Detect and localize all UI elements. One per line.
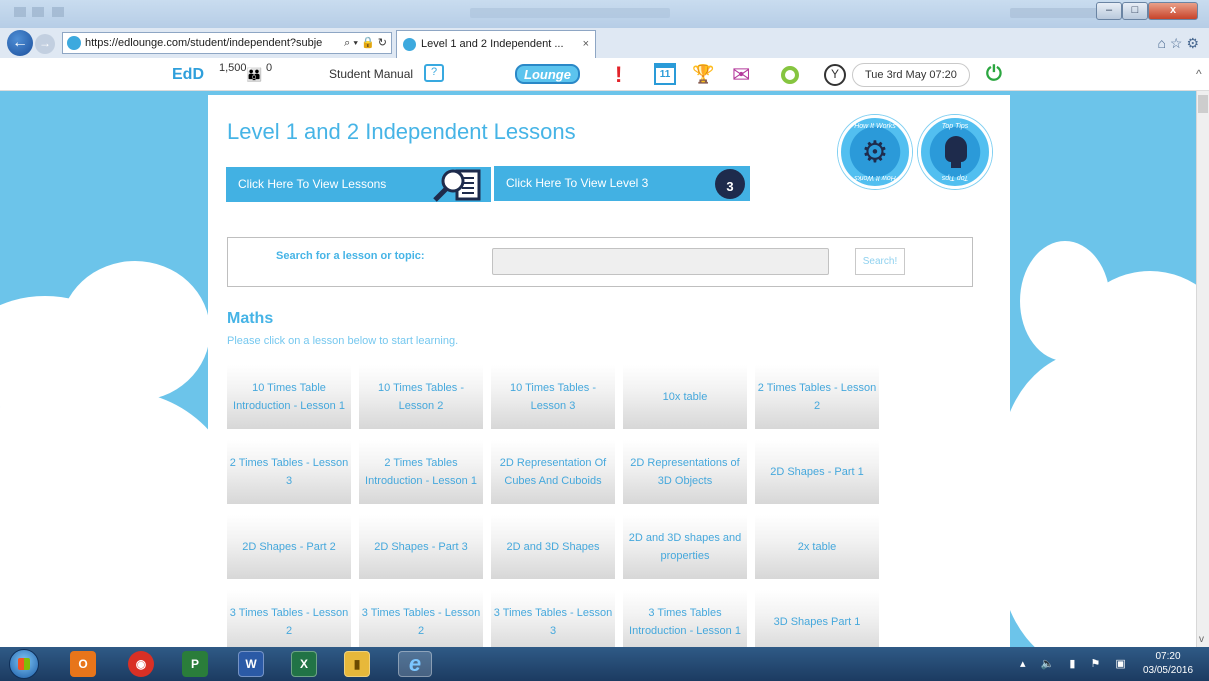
lesson-tile[interactable]: 2D Shapes - Part 2 — [227, 515, 351, 579]
lesson-tile[interactable]: 10x table — [623, 365, 747, 429]
lesson-tile[interactable]: 2D Representation Of Cubes And Cuboids — [491, 440, 615, 504]
system-clock[interactable]: 07:20 03/05/2016 — [1138, 650, 1198, 678]
site-favicon-icon — [67, 36, 81, 50]
clock-time: 07:20 — [1155, 651, 1181, 662]
level3-gear-icon: 3 — [715, 169, 745, 199]
clock-date: 03/05/2016 — [1142, 665, 1194, 676]
address-tools-icons[interactable]: ⌕ ▾ 🔒 ↻ — [340, 33, 387, 53]
mail-icon[interactable]: ✉ — [732, 58, 750, 91]
scroll-down-arrow-icon[interactable]: v — [1199, 634, 1204, 645]
cloud — [0, 391, 240, 647]
address-bar[interactable]: https://edlounge.com/student/independent… — [62, 32, 392, 54]
lesson-tile[interactable]: 2D and 3D Shapes — [491, 515, 615, 579]
back-button[interactable]: ← — [7, 30, 33, 56]
lesson-tile[interactable]: 2D Shapes - Part 1 — [755, 440, 879, 504]
browser-home-favorites-settings-icons[interactable]: ⌂☆⚙ — [1157, 35, 1203, 52]
how-it-works-label: How It Works — [854, 123, 896, 130]
search-button[interactable]: Search! — [855, 248, 905, 275]
lesson-tile[interactable]: 10 Times Tables - Lesson 3 — [491, 365, 615, 429]
browser-address-row: ← → https://edlounge.com/student/indepen… — [0, 28, 1209, 58]
view-level3-label: Click Here To View Level 3 — [506, 176, 649, 190]
clock-icon: Y — [824, 64, 846, 86]
people-icon[interactable]: 👪 — [246, 58, 262, 91]
power-icon[interactable]: ⏻ — [986, 58, 1002, 91]
tv-help-icon[interactable]: ? — [424, 64, 444, 82]
lesson-tile[interactable]: 2 Times Tables - Lesson 2 — [755, 365, 879, 429]
lesson-tile[interactable]: 2D and 3D shapes and properties — [623, 515, 747, 579]
start-button[interactable] — [9, 649, 39, 679]
taskbar-app-word[interactable]: W — [238, 651, 264, 677]
page-title: Level 1 and 2 Independent Lessons — [227, 119, 576, 144]
taskbar-app-internet-explorer[interactable]: e — [398, 651, 432, 677]
content-panel: Level 1 and 2 Independent Lessons Click … — [208, 95, 1010, 647]
tab-close-icon[interactable]: × — [583, 31, 589, 57]
lesson-tile[interactable]: 3 Times Tables - Lesson 2 — [359, 590, 483, 647]
tab-title: Level 1 and 2 Independent ... — [421, 38, 564, 50]
lesson-tile[interactable]: 10 Times Tables - Lesson 2 — [359, 365, 483, 429]
system-tray-icons[interactable]: ▴ 🔈 ▮ ⚑ ▣ — [1020, 657, 1132, 670]
window-title-blurred — [470, 8, 670, 18]
search-input[interactable] — [492, 248, 829, 275]
tab-favicon-icon — [403, 38, 416, 51]
lesson-tile[interactable]: 2 Times Tables Introduction - Lesson 1 — [359, 440, 483, 504]
lesson-tile[interactable]: 3 Times Tables - Lesson 2 — [227, 590, 351, 647]
lesson-tile[interactable]: 2D Representations of 3D Objects — [623, 440, 747, 504]
view-lessons-label: Click Here To View Lessons — [238, 177, 387, 191]
top-tips-label-mirror: Top Tips — [941, 174, 969, 181]
view-level3-button[interactable]: Click Here To View Level 3 3 — [494, 166, 750, 201]
maximize-button[interactable]: □ — [1122, 2, 1148, 20]
ring-icon[interactable] — [781, 66, 799, 84]
lesson-tile[interactable]: 3 Times Tables - Lesson 3 — [491, 590, 615, 647]
lesson-tile[interactable]: 3D Shapes Part 1 — [755, 590, 879, 647]
lounge-logo[interactable]: Lounge — [515, 64, 580, 84]
student-manual-link[interactable]: Student Manual — [329, 58, 413, 91]
scroll-up-arrow-icon[interactable]: ^ — [1196, 58, 1202, 91]
lesson-tile[interactable]: 10 Times Table Introduction - Lesson 1 — [227, 365, 351, 429]
edd-logo[interactable]: EdD — [172, 58, 204, 91]
scrollbar-thumb[interactable] — [1198, 95, 1208, 113]
close-window-button[interactable]: x — [1148, 2, 1198, 20]
top-tips-label: Top Tips — [941, 123, 969, 130]
window-titlebar: – □ x — [0, 0, 1209, 28]
view-lessons-button[interactable]: Click Here To View Lessons — [226, 167, 491, 202]
taskbar: O ◉ P W X ▮ e ▴ 🔈 ▮ ⚑ ▣ 07:20 03/05/2016 — [0, 647, 1209, 681]
alert-icon[interactable]: ! — [615, 58, 622, 91]
how-it-works-label-mirror: How It Works — [854, 174, 896, 181]
lesson-tile[interactable]: 2x table — [755, 515, 879, 579]
taskbar-app-explorer[interactable]: ▮ — [344, 651, 370, 677]
lightbulb-icon — [945, 136, 967, 168]
forward-button[interactable]: → — [35, 34, 55, 54]
taskbar-app-chrome[interactable]: ◉ — [128, 651, 154, 677]
quick-access-toolbar — [14, 7, 74, 17]
search-label: Search for a lesson or topic: — [276, 250, 425, 262]
browser-tab[interactable]: Level 1 and 2 Independent ... × — [396, 30, 596, 58]
calendar-icon[interactable]: 11 — [654, 63, 676, 85]
trophy-icon[interactable]: 🏆 — [692, 58, 714, 91]
taskbar-app-publisher[interactable]: P — [182, 651, 208, 677]
subject-heading: Maths — [227, 310, 274, 327]
points-count: 1,500 — [219, 62, 247, 74]
search-box: Search for a lesson or topic: Search! — [227, 237, 973, 287]
people-count: 0 — [266, 62, 273, 74]
cloud — [60, 261, 210, 401]
subject-instruction: Please click on a lesson below to start … — [227, 335, 459, 347]
cloud — [1000, 351, 1196, 647]
lesson-tile[interactable]: 2 Times Tables - Lesson 3 — [227, 440, 351, 504]
gear-icon: ⚙ — [861, 136, 889, 169]
lesson-tile[interactable]: 3 Times Tables Introduction - Lesson 1 — [623, 590, 747, 647]
magnifier-document-icon — [433, 169, 481, 202]
site-header: EdD 1,500 👪 0 Student Manual ? Lounge ! … — [0, 58, 1209, 91]
how-it-works-button[interactable]: How It Works ⚙ How It Works — [838, 115, 912, 189]
taskbar-app-office[interactable]: O — [70, 651, 96, 677]
page-scrollbar[interactable]: v — [1196, 91, 1209, 647]
date-time-display: Tue 3rd May 07:20 — [852, 63, 970, 87]
top-tips-button[interactable]: Top Tips Top Tips — [918, 115, 992, 189]
minimize-button[interactable]: – — [1096, 2, 1122, 20]
windows-logo-icon — [18, 658, 30, 670]
address-url: https://edlounge.com/student/independent… — [85, 37, 323, 49]
taskbar-app-excel[interactable]: X — [291, 651, 317, 677]
lesson-tile[interactable]: 2D Shapes - Part 3 — [359, 515, 483, 579]
